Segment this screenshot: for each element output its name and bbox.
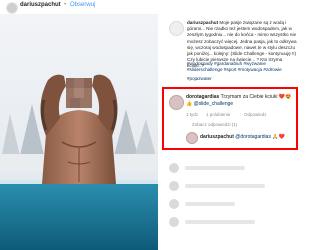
reply-author[interactable]: dariuszpachut: [200, 134, 234, 140]
caption-author[interactable]: dariuszpachut: [187, 20, 218, 25]
caption-author-avatar[interactable]: [169, 21, 184, 36]
comment-placeholder-line: [185, 184, 265, 188]
owner-avatar[interactable]: [6, 2, 18, 14]
caption-hashtags[interactable]: #wodospady #gardanabiuh #wyzwanie #slide…: [187, 61, 299, 73]
comment-author-avatar[interactable]: [169, 95, 184, 110]
comment-placeholder-avatar: [169, 199, 179, 209]
comment-placeholder-avatar: [169, 217, 179, 227]
owner-username[interactable]: dariuszpachut: [20, 2, 61, 8]
comment-body: dorotagardias Trzymam za Ciebie kciuki ❤…: [186, 94, 294, 107]
heart-icon[interactable]: ♡: [286, 95, 291, 102]
reply-author-avatar[interactable]: [186, 132, 198, 144]
comment-placeholder-avatar: [169, 181, 179, 191]
comment-placeholder-line: [185, 202, 235, 206]
follow-button[interactable]: Obserwuj: [70, 2, 95, 8]
blurred-comments: [159, 157, 300, 250]
comment-placeholder-avatar: [169, 163, 179, 173]
header-separator: •: [64, 2, 67, 8]
post-photo[interactable]: [0, 14, 158, 250]
comment-reply-button[interactable]: Odpowiedz: [244, 112, 267, 117]
comment-likes[interactable]: 1 polubienie: [206, 112, 230, 117]
comment-mention[interactable]: @slide_challenge: [194, 101, 234, 107]
comment-placeholder-line: [185, 220, 255, 224]
comment-author[interactable]: dorotagardias: [186, 94, 219, 100]
comment-time: 1 tydz.: [186, 112, 200, 117]
reply-body: dariuszpachut @dorotagardias 🙏❤️: [200, 134, 294, 141]
caption-hashtag-2[interactable]: #pojazwater: [187, 76, 212, 81]
photo-image: [0, 14, 158, 250]
comment-placeholder-line: [185, 166, 245, 170]
view-replies-link[interactable]: Zobacz odpowiedzi (1): [192, 122, 237, 127]
comment-highlight-box: dorotagardias Trzymam za Ciebie kciuki ❤…: [162, 87, 298, 150]
reply-text[interactable]: @dorotagardias 🙏❤️: [235, 134, 285, 140]
